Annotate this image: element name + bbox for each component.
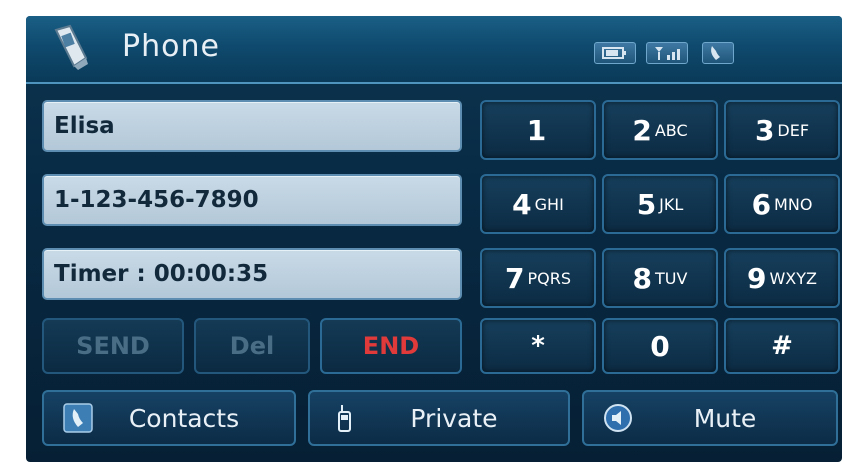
mute-button[interactable]: Mute <box>582 390 838 446</box>
key-letters: TUV <box>655 268 688 288</box>
keypad-key-8[interactable]: 8 TUV <box>602 248 718 308</box>
mute-icon <box>602 402 634 434</box>
key-digit: * <box>531 331 545 361</box>
key-digit: 5 <box>636 187 657 221</box>
page-title: Phone <box>122 29 220 64</box>
keypad-key-6[interactable]: 6 MNO <box>724 174 840 234</box>
keypad-key-1[interactable]: 1 <box>480 100 596 160</box>
end-call-button[interactable]: END <box>320 318 462 374</box>
call-active-icon <box>702 42 734 64</box>
key-digit: # <box>771 331 793 361</box>
title-bar: Phone <box>26 16 842 84</box>
phone-screen: Phone Elisa 1-123-456-7890 Timer: 00:00… <box>26 16 842 462</box>
key-digit: 8 <box>632 261 653 295</box>
key-letters: JKL <box>659 194 684 214</box>
private-button[interactable]: Private <box>308 390 570 446</box>
key-letters: MNO <box>774 194 813 214</box>
keypad-key-2[interactable]: 2 ABC <box>602 100 718 160</box>
key-digit: 2 <box>632 113 652 147</box>
mute-label: Mute <box>693 403 757 433</box>
key-digit: 1 <box>526 113 547 147</box>
keypad-key-7[interactable]: 7 PQRS <box>480 248 596 308</box>
call-timer-field: Timer : 00:00:35 <box>42 248 462 300</box>
key-digit: 6 <box>751 187 772 221</box>
signal-strength-icon <box>646 42 688 64</box>
phone-number-field: 1-123-456-7890 <box>42 174 462 226</box>
contact-name-field: Elisa <box>42 100 462 152</box>
contacts-icon <box>62 402 94 434</box>
delete-button[interactable]: Del <box>194 318 310 374</box>
keypad-key-5[interactable]: 5 JKL <box>602 174 718 234</box>
private-label: Private <box>410 403 498 433</box>
key-letters: ABC <box>654 120 688 140</box>
phone-app-icon <box>48 24 94 72</box>
send-button[interactable]: SEND <box>42 318 184 374</box>
contacts-label: Contacts <box>128 403 240 433</box>
contacts-button[interactable]: Contacts <box>42 390 296 446</box>
keypad-key-4[interactable]: 4 GHI <box>480 174 596 234</box>
key-letters: DEF <box>777 120 810 140</box>
key-digit: 3 <box>754 113 775 147</box>
key-digit: 7 <box>505 261 525 295</box>
key-letters: GHI <box>534 194 564 214</box>
key-letters: PQRS <box>527 268 571 288</box>
keypad-key-9[interactable]: 9 WXYZ <box>724 248 840 308</box>
battery-icon <box>594 42 636 64</box>
keypad-key-3[interactable]: 3 DEF <box>724 100 840 160</box>
keypad-key-hash[interactable]: # <box>724 318 840 374</box>
key-digit: 4 <box>512 187 532 221</box>
keypad-key-0[interactable]: 0 <box>602 318 718 374</box>
keypad-key-star[interactable]: * <box>480 318 596 374</box>
key-letters: WXYZ <box>769 268 817 288</box>
key-digit: 0 <box>650 329 670 363</box>
handset-icon <box>328 402 360 434</box>
key-digit: 9 <box>747 261 767 295</box>
